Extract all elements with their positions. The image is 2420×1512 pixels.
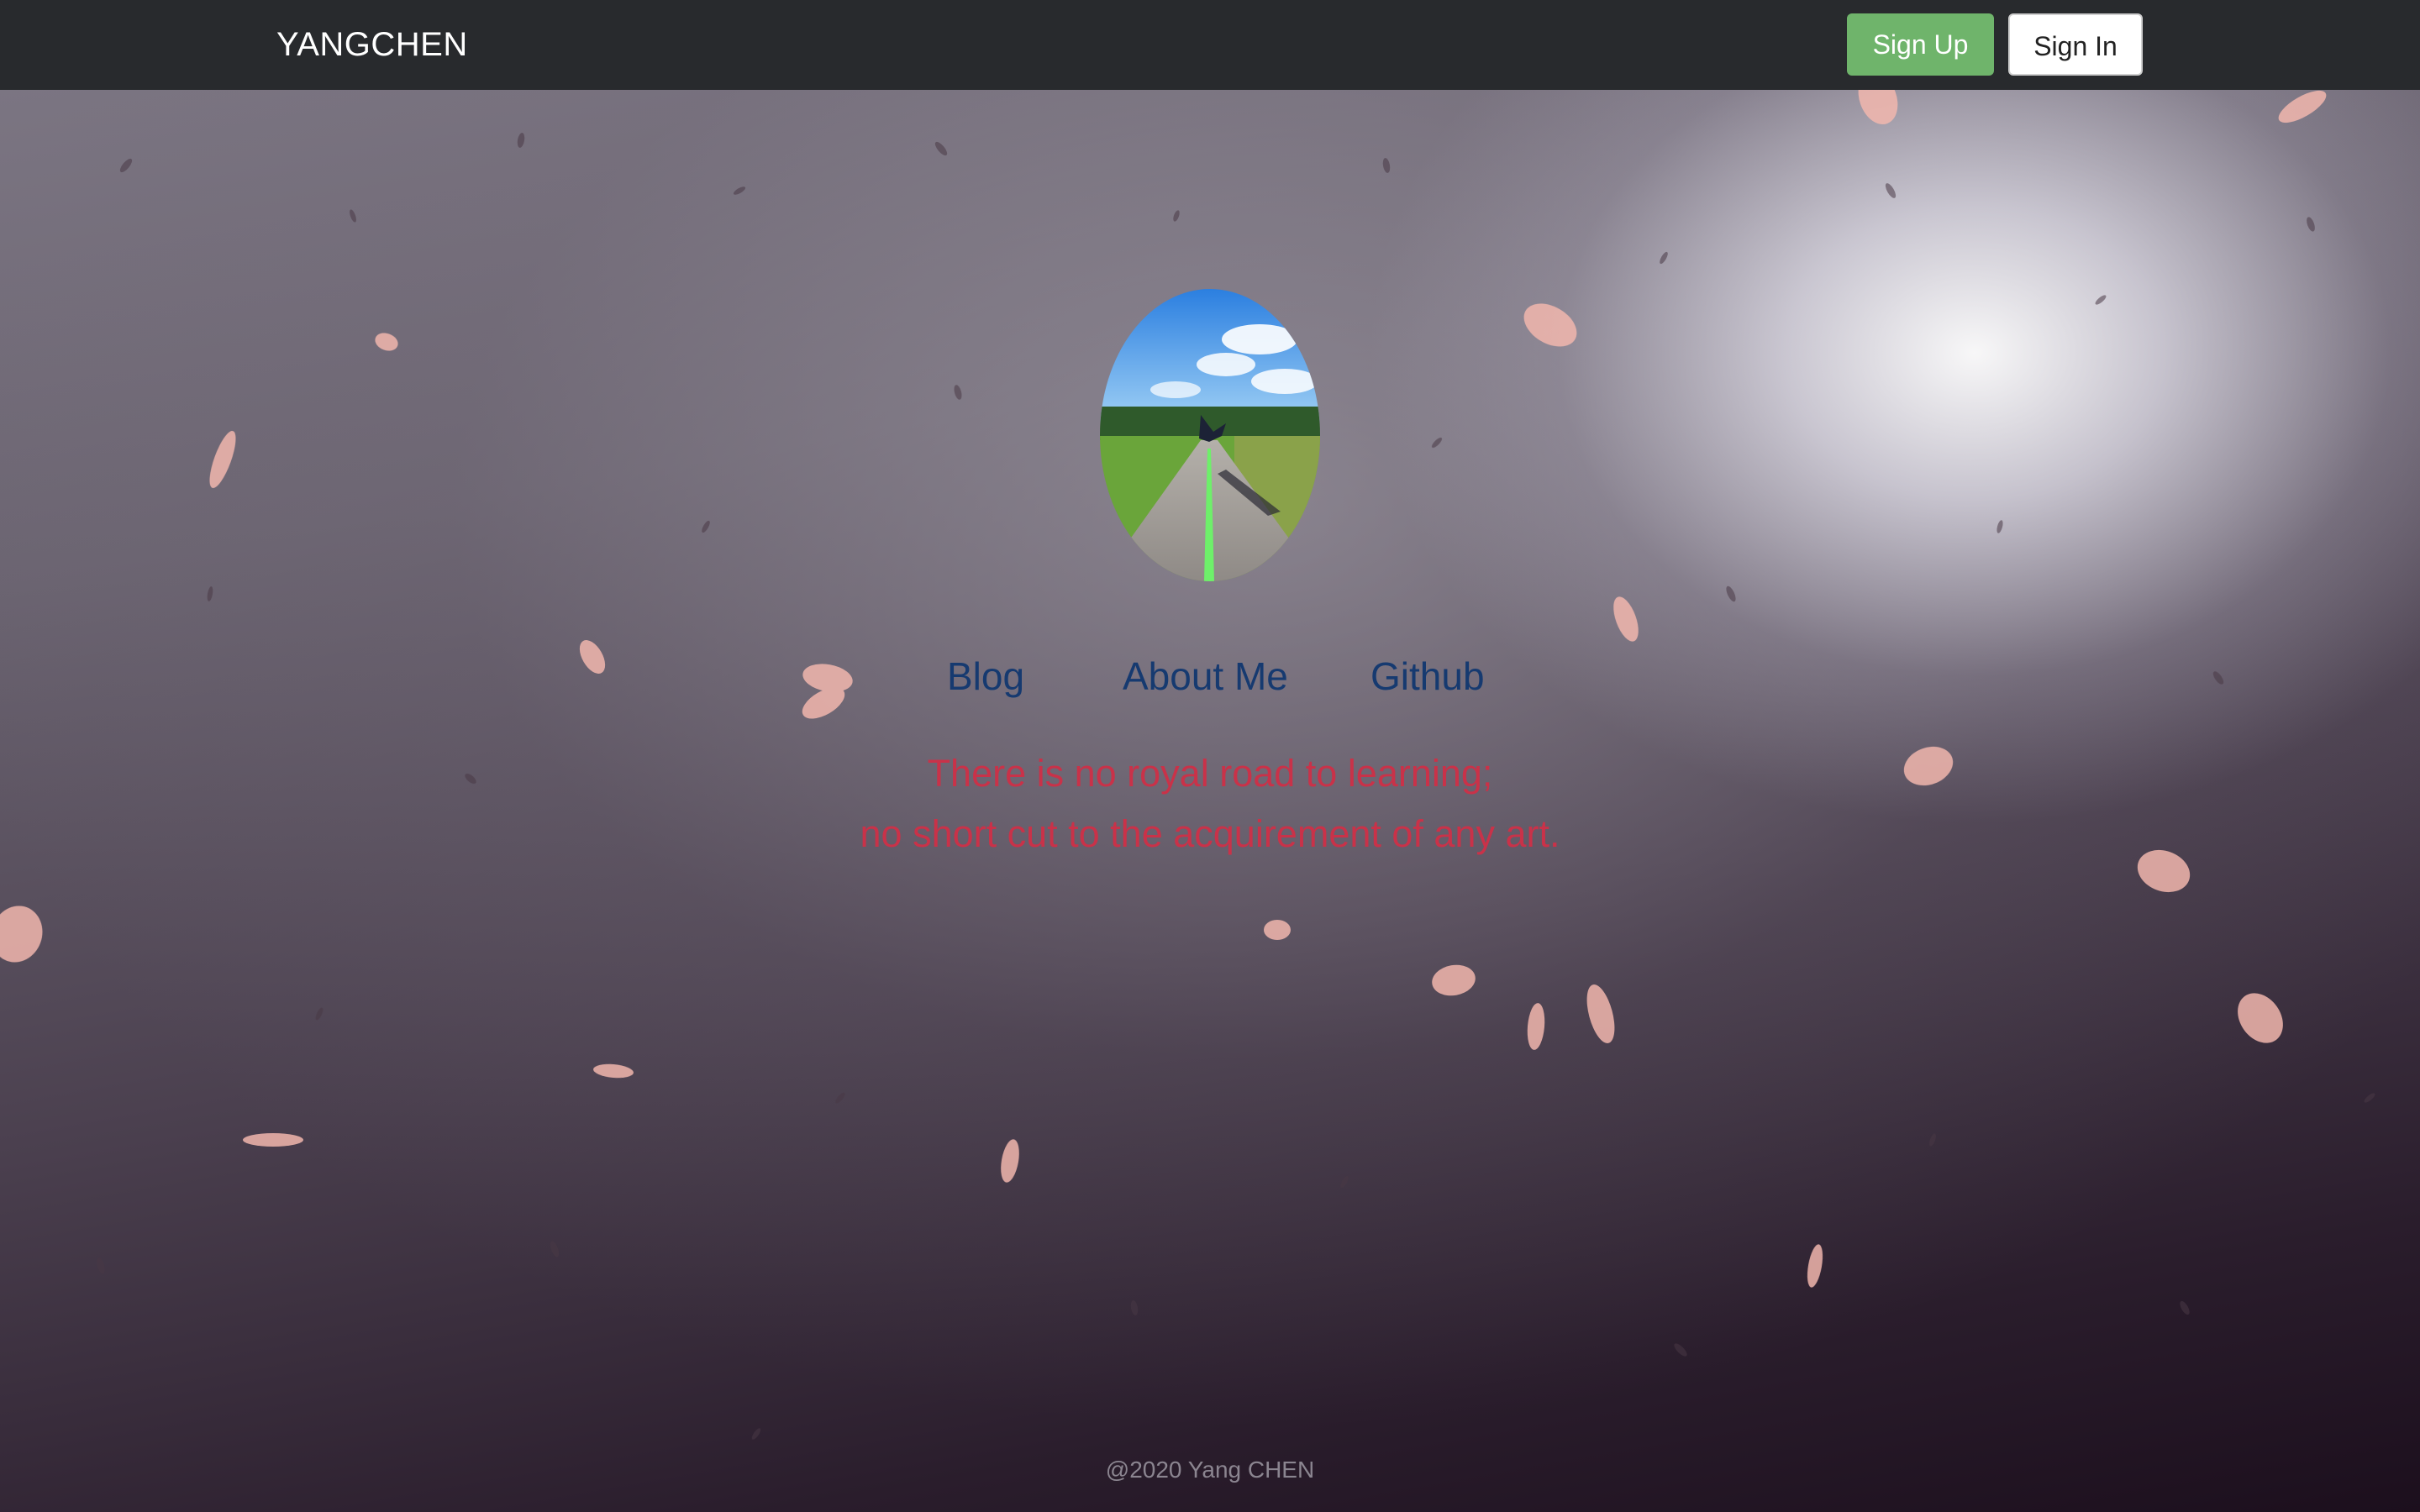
quote-line-1: There is no royal road to learning; [927,752,1493,795]
sign-in-button[interactable]: Sign In [2008,13,2143,76]
sign-up-button[interactable]: Sign Up [1847,13,1994,76]
footer-copyright: @2020 Yang CHEN [1105,1457,1315,1483]
top-navbar: YANGCHEN Sign Up Sign In [0,0,2420,90]
github-link[interactable]: Github [1370,651,1485,701]
quote-line-2: no short cut to the acquirement of any a… [860,812,1560,855]
profile-avatar [1100,289,1320,581]
brand-logo[interactable]: YANGCHEN [276,24,468,66]
profile-photo-icon [1100,289,1320,581]
blog-link[interactable]: Blog [947,651,1024,701]
about-me-link[interactable]: About Me [1123,651,1288,701]
